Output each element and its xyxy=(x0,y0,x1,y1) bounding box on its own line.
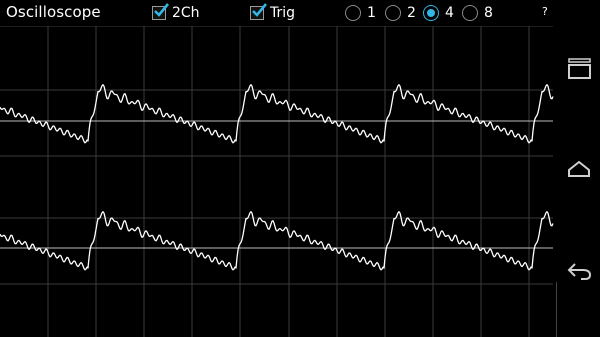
app-title: Oscilloscope xyxy=(6,3,101,21)
scope-display[interactable] xyxy=(0,26,557,337)
timebase-option-4[interactable]: 4 xyxy=(423,3,454,23)
radio-unchecked-icon xyxy=(385,5,401,21)
two-channel-label: 2Ch xyxy=(172,5,200,21)
recent-apps-icon[interactable] xyxy=(565,57,593,81)
home-icon[interactable] xyxy=(565,158,593,182)
timebase-option-label: 2 xyxy=(407,5,416,21)
help-button[interactable]: ? xyxy=(542,5,548,18)
radio-unchecked-icon xyxy=(345,5,361,21)
channel-2-trace xyxy=(0,211,554,271)
timebase-option-label: 8 xyxy=(484,5,493,21)
radio-checked-icon xyxy=(423,5,439,21)
trigger-checkbox[interactable]: Trig xyxy=(250,3,295,23)
timebase-option-8[interactable]: 8 xyxy=(462,3,493,23)
toolbar: Oscilloscope 2Ch Trig 1 2 4 8 ? xyxy=(0,0,557,26)
two-channel-checkbox[interactable]: 2Ch xyxy=(152,3,200,23)
system-navbar xyxy=(557,0,600,337)
checkbox-checked-icon xyxy=(250,3,268,20)
timebase-option-1[interactable]: 1 xyxy=(345,3,376,23)
timebase-option-label: 1 xyxy=(367,5,376,21)
scope-grid xyxy=(0,26,553,337)
timebase-option-label: 4 xyxy=(445,5,454,21)
trigger-label: Trig xyxy=(270,5,296,21)
channel-1-trace xyxy=(0,84,554,144)
radio-unchecked-icon xyxy=(462,5,478,21)
checkbox-checked-icon xyxy=(152,3,170,20)
back-icon[interactable] xyxy=(565,259,593,283)
timebase-option-2[interactable]: 2 xyxy=(385,3,416,23)
